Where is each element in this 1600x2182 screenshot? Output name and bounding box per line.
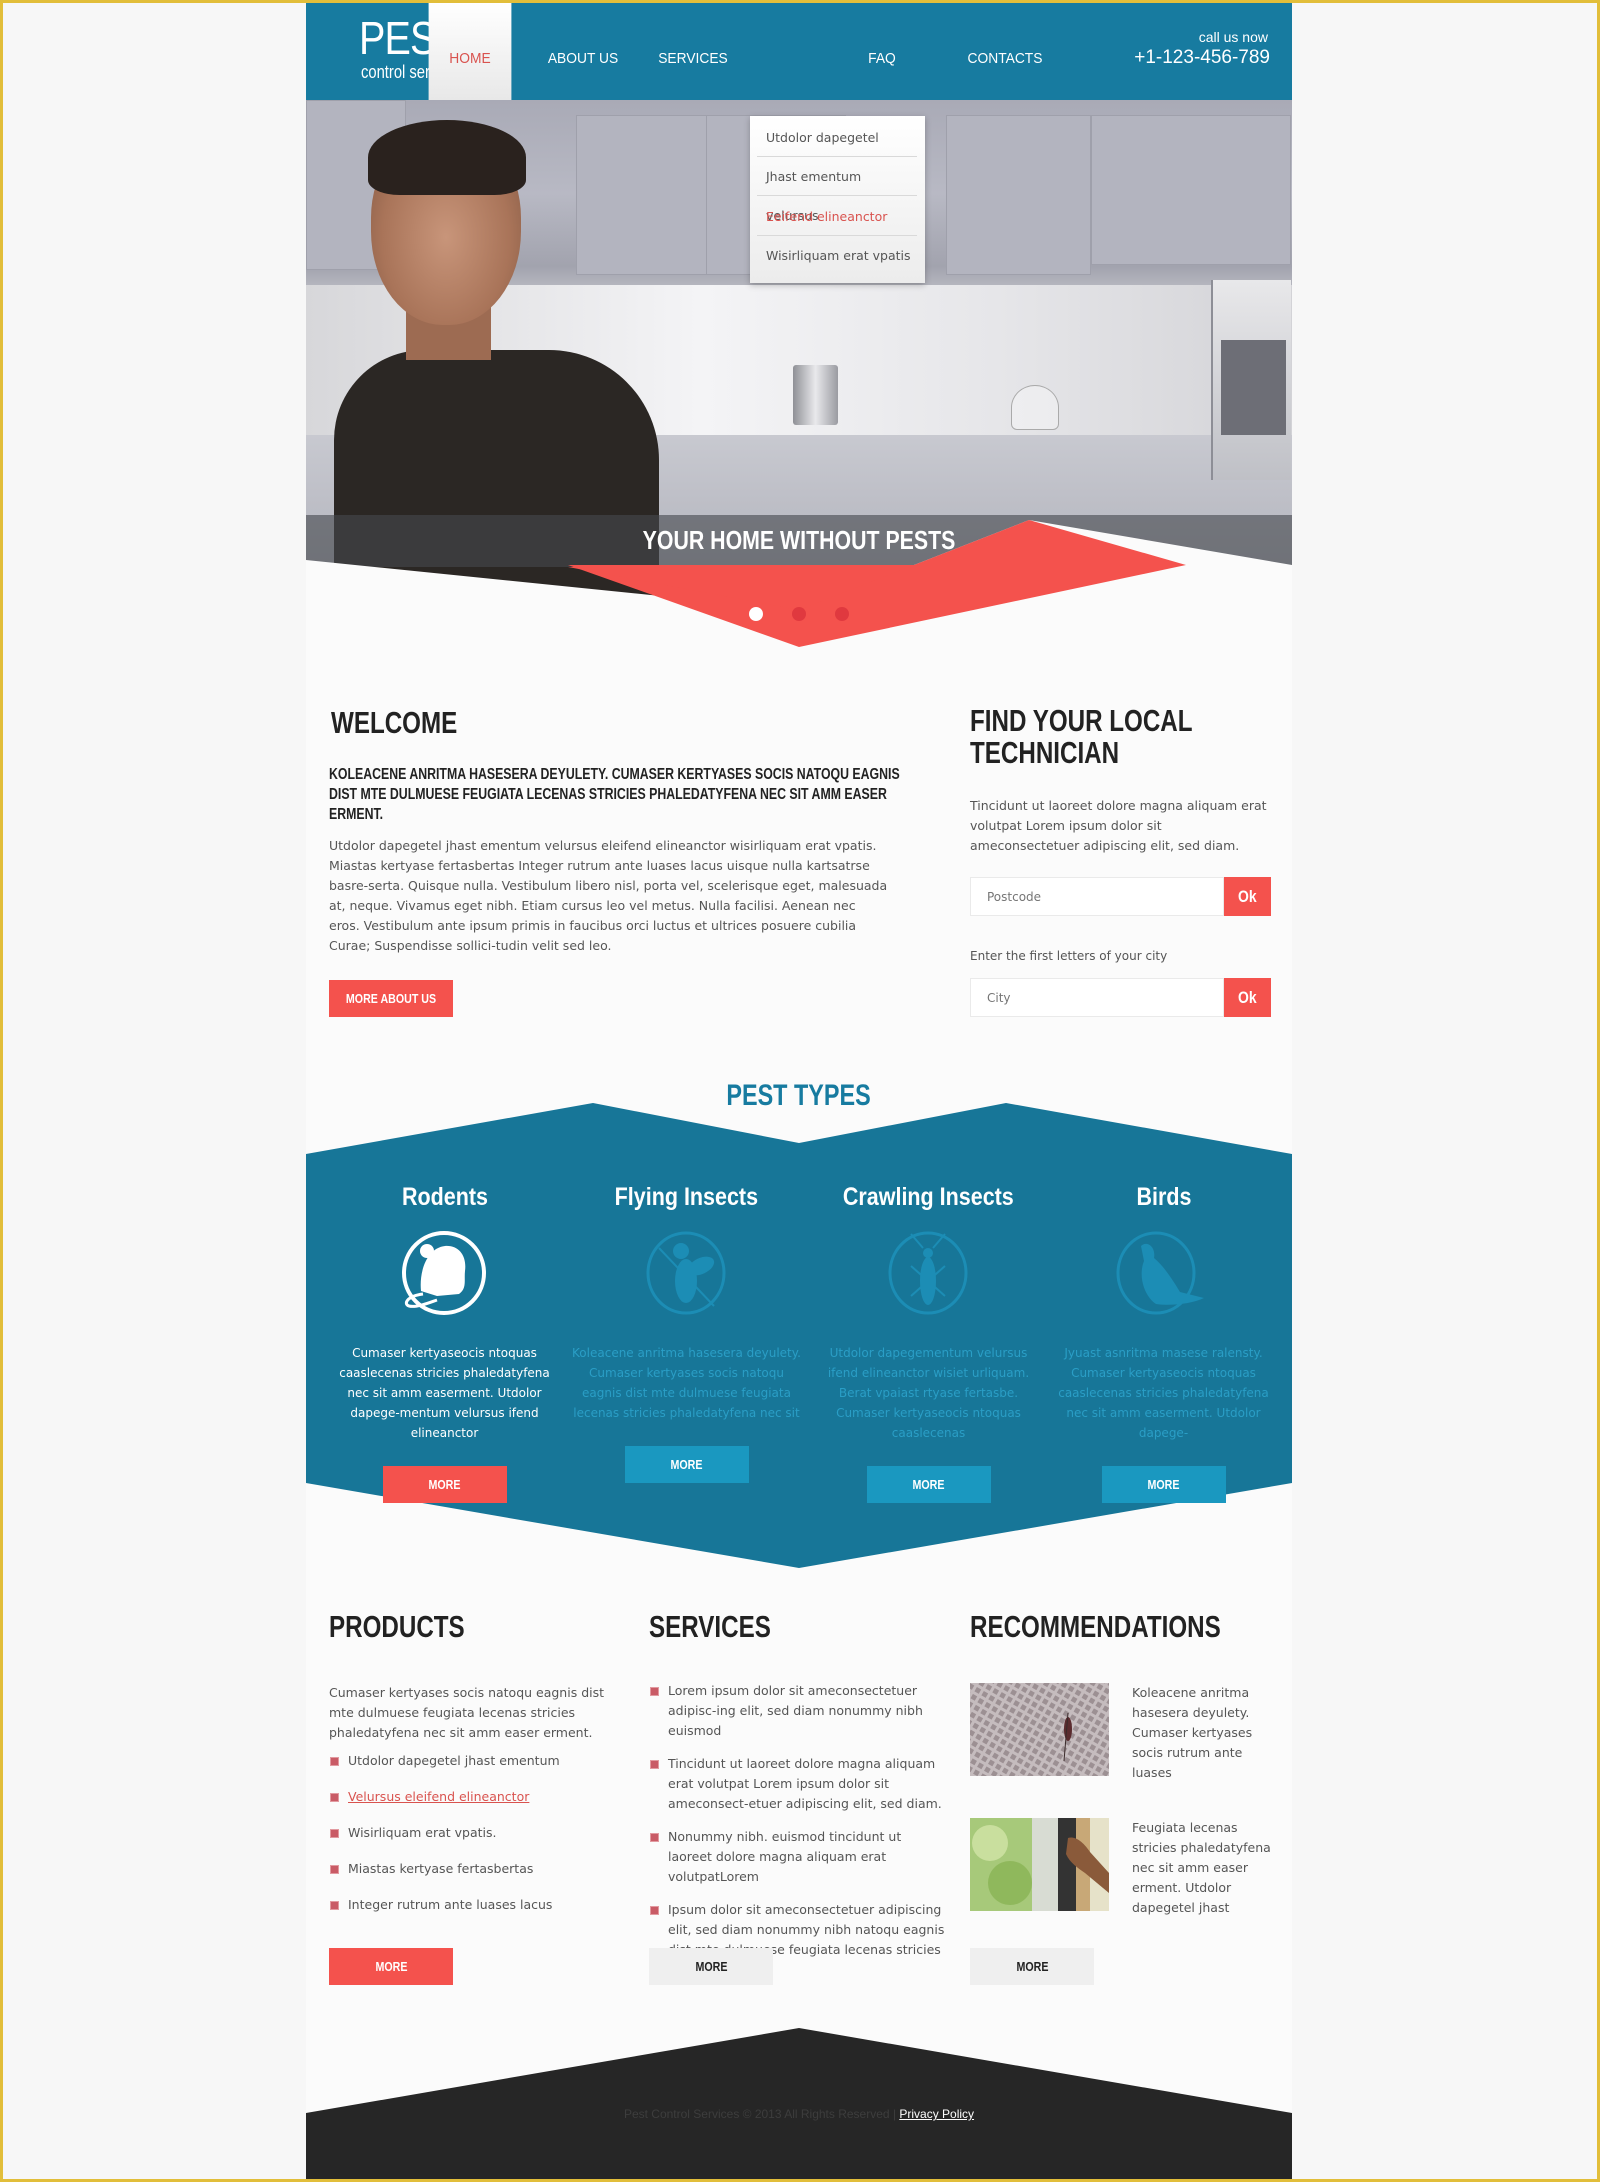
oven-window bbox=[1221, 340, 1286, 435]
technician-photo-body bbox=[334, 350, 659, 620]
postcode-input[interactable] bbox=[970, 877, 1224, 916]
rodents-more-button[interactable]: MORE bbox=[382, 1466, 507, 1503]
pest-description: Jyuast asnritma masese ralensty. Cumaser… bbox=[1058, 1346, 1269, 1440]
pest-name: Flying Insects bbox=[614, 1183, 759, 1211]
nav-contacts[interactable]: CONTACTS bbox=[959, 3, 1051, 100]
pest-description: Utdolor dapegementum velursus ifend elin… bbox=[827, 1346, 1030, 1440]
services-list-item: Lorem ipsum dolor sit ameconsectetuer ad… bbox=[649, 1681, 949, 1741]
products-list-item: Integer rutrum ante luases lacus bbox=[329, 1895, 619, 1915]
welcome-lead: KOLEACENE ANRITMA HASESERA DEYULETY. CUM… bbox=[329, 766, 900, 823]
city-label: Enter the first letters of your city bbox=[970, 949, 1168, 963]
pest-card-crawling-insects: Crawling Insects Utdolor dapegementum ve… bbox=[806, 1183, 1051, 1503]
submenu-item[interactable]: Eeifend elineanctor bbox=[757, 197, 917, 236]
privacy-policy-link[interactable]: Privacy Policy bbox=[899, 2107, 974, 2121]
pest-name: Crawling Insects bbox=[843, 1183, 1014, 1211]
fly-icon[interactable] bbox=[639, 1226, 734, 1321]
submenu-item[interactable]: Wisirliquam erat vpatis bbox=[757, 236, 917, 275]
site-header: PEST control services HOME ABOUT US SERV… bbox=[306, 3, 1292, 110]
city-input[interactable] bbox=[970, 978, 1224, 1017]
mosquito-on-screen-photo[interactable] bbox=[970, 1683, 1109, 1776]
kitchen-cabinet bbox=[1091, 115, 1291, 265]
submenu-item[interactable]: Jhast ementum velursus bbox=[757, 157, 917, 223]
city-ok-button[interactable]: Ok bbox=[1224, 978, 1271, 1017]
services-list-item: Tincidunt ut laoreet dolore magna aliqua… bbox=[649, 1754, 949, 1814]
slider-pagination bbox=[306, 606, 1292, 622]
products-list-item: Utdolor dapegetel jhast ementum bbox=[329, 1751, 619, 1771]
window-screen-hand-photo[interactable] bbox=[970, 1818, 1109, 1911]
technician-heading-line1: FIND YOUR LOCAL bbox=[970, 703, 1193, 738]
recommendations-heading: RECOMMENDATIONS bbox=[970, 1609, 1221, 1644]
submenu-item[interactable]: Utdolor dapegetel bbox=[757, 118, 917, 157]
products-list-item: Miastas kertyase fertasbertas bbox=[329, 1859, 619, 1879]
products-intro: Cumaser kertyases socis natoqu eagnis di… bbox=[329, 1685, 605, 1740]
nav-home[interactable]: HOME bbox=[428, 3, 512, 110]
recommendation-text: Feugiata lecenas stricies phaledatyfena … bbox=[1132, 1820, 1271, 1915]
slider-dot-3[interactable] bbox=[835, 607, 850, 621]
crawling-insects-more-button[interactable]: MORE bbox=[866, 1466, 991, 1503]
pest-card-birds: Birds Jyuast asnritma masese ralensty. C… bbox=[1041, 1183, 1286, 1503]
recommendations-more-button[interactable]: MORE bbox=[970, 1948, 1094, 1985]
cooking-pot bbox=[793, 365, 838, 425]
pest-card-rodents: Rodents Cumaser kertyaseocis ntoquas caa… bbox=[322, 1183, 567, 1503]
ok-label: Ok bbox=[1238, 887, 1257, 906]
services-list-item: Nonummy nibh. euismod tincidunt ut laore… bbox=[649, 1827, 949, 1887]
services-more-button[interactable]: MORE bbox=[649, 1948, 773, 1985]
pest-name: Rodents bbox=[401, 1183, 488, 1211]
products-list-item: Wisirliquam erat vpatis. bbox=[329, 1823, 619, 1843]
technician-photo-hair bbox=[368, 120, 526, 195]
page: PEST control services HOME ABOUT US SERV… bbox=[306, 3, 1292, 2179]
bird-icon[interactable] bbox=[1116, 1226, 1211, 1321]
products-more-button[interactable]: MORE bbox=[329, 1948, 453, 1985]
technician-text: Tincidunt ut laoreet dolore magna aliqua… bbox=[970, 798, 1267, 853]
postcode-ok-button[interactable]: Ok bbox=[1224, 877, 1271, 916]
ok-label: Ok bbox=[1238, 988, 1257, 1007]
phone-number[interactable]: +1-123-456-789 bbox=[1134, 47, 1270, 69]
technician-heading-line2: TECHNICIAN bbox=[970, 735, 1120, 770]
nav-about-us[interactable]: ABOUT US bbox=[542, 3, 625, 100]
hero-caption: YOUR HOME WITHOUT PESTS bbox=[642, 525, 956, 555]
pest-description: Cumaser kertyaseocis ntoquas caaslecenas… bbox=[339, 1346, 550, 1440]
pest-card-flying-insects: Flying Insects Koleacene anritma haseser… bbox=[564, 1183, 809, 1483]
technician-heading: FIND YOUR LOCAL TECHNICIAN bbox=[970, 705, 1193, 769]
kitchen-cabinet bbox=[946, 115, 1091, 275]
recommendation-text: Koleacene anritma hasesera deyulety. Cum… bbox=[1132, 1685, 1253, 1780]
services-list: Lorem ipsum dolor sit ameconsectetuer ad… bbox=[649, 1681, 949, 1993]
products-list-link[interactable]: Velursus eleifend elineanctor bbox=[348, 1789, 529, 1804]
copyright-text: Pest Control Services © 2013 All Rights … bbox=[623, 2107, 900, 2121]
products-heading: PRODUCTS bbox=[329, 1609, 465, 1644]
welcome-heading: WELCOME bbox=[331, 705, 458, 740]
pest-name: Birds bbox=[1136, 1183, 1191, 1211]
welcome-text: Utdolor dapegetel jhast ementum velursus… bbox=[329, 838, 888, 953]
products-list: Utdolor dapegetel jhast ementum Velursus… bbox=[329, 1751, 619, 1931]
cake-dome bbox=[1011, 385, 1059, 430]
site-footer bbox=[306, 2028, 1292, 2179]
footer-shape bbox=[306, 2028, 1292, 2179]
nav-faq[interactable]: FAQ bbox=[854, 3, 909, 100]
slider-dot-2[interactable] bbox=[792, 607, 806, 621]
products-list-item: Velursus eleifend elineanctor bbox=[329, 1787, 619, 1807]
birds-more-button[interactable]: MORE bbox=[1101, 1466, 1226, 1503]
footer-copyright: Pest Control Services © 2013 All Rights … bbox=[306, 2107, 1292, 2121]
pest-types-heading: PEST TYPES bbox=[726, 1079, 872, 1112]
nav-submenu: Utdolor dapegetel Jhast ementum velursus… bbox=[750, 116, 925, 283]
flying-insects-more-button[interactable]: MORE bbox=[624, 1446, 749, 1483]
cockroach-icon[interactable] bbox=[881, 1226, 976, 1321]
call-us-label: call us now bbox=[1198, 29, 1268, 45]
mouse-icon[interactable] bbox=[397, 1226, 492, 1321]
more-about-us-button[interactable]: MORE ABOUT US bbox=[329, 980, 453, 1017]
nav-services[interactable]: SERVICES bbox=[652, 3, 735, 100]
slider-dot-1[interactable] bbox=[748, 607, 763, 621]
services-heading: SERVICES bbox=[649, 1609, 771, 1644]
more-about-us-label: MORE ABOUT US bbox=[345, 991, 437, 1006]
pest-description: Koleacene anritma hasesera deyulety. Cum… bbox=[572, 1346, 801, 1420]
